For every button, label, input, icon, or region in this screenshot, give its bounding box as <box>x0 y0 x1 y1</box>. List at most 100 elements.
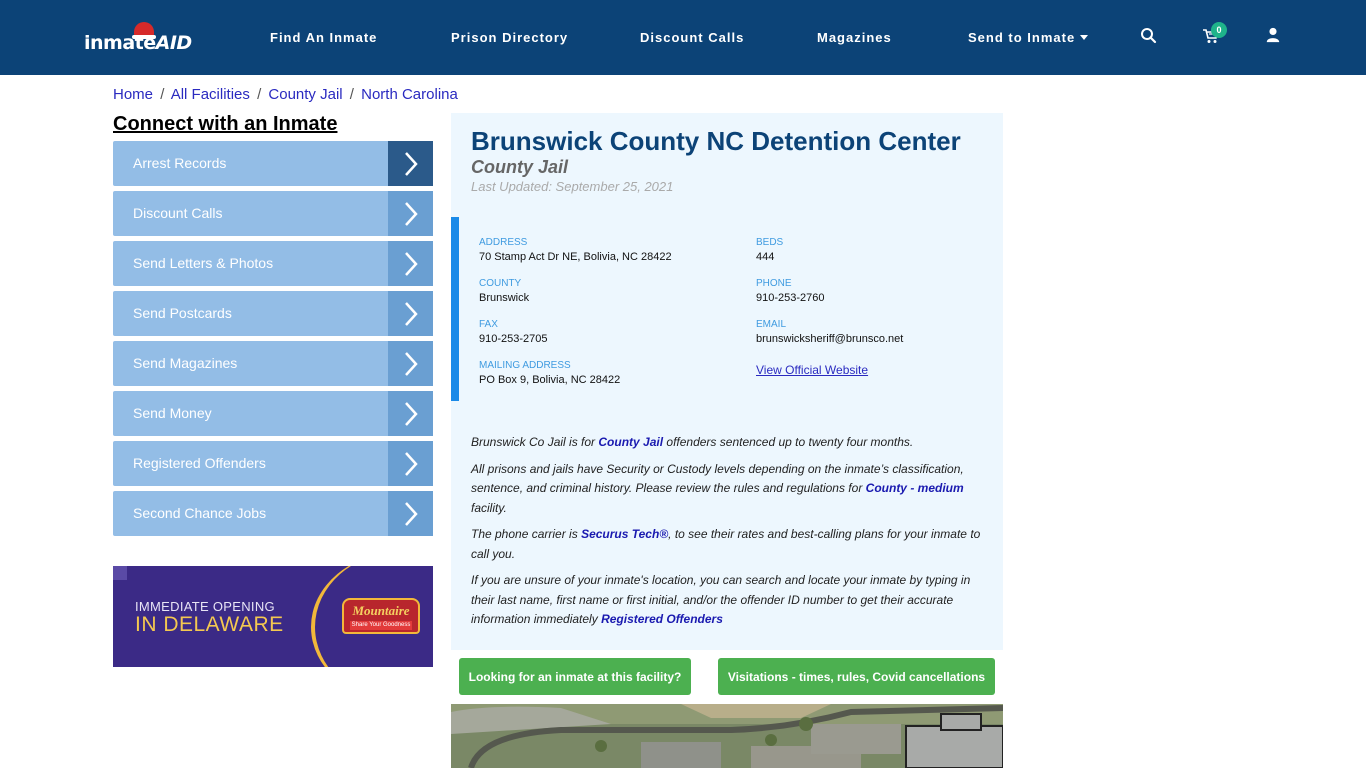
fax-field: FAX 910-253-2705 <box>479 319 548 345</box>
caret-down-icon <box>1080 35 1089 40</box>
county-jail-link[interactable]: County Jail <box>598 435 663 449</box>
chevron-right-icon <box>388 441 433 486</box>
facility-description: Brunswick Co Jail is for County Jail off… <box>471 433 986 637</box>
view-official-website-link[interactable]: View Official Website <box>756 363 868 377</box>
securus-tech-link[interactable]: Securus Tech® <box>581 527 668 541</box>
mountaire-logo: Mountaire Share Your Goodness <box>342 598 420 634</box>
search-icon[interactable] <box>1140 27 1158 45</box>
breadcrumb-all-facilities[interactable]: All Facilities <box>171 86 250 103</box>
logo-text-accent: AID <box>155 32 193 54</box>
sidebar-item-label: Send Money <box>133 405 212 421</box>
nav-label: Discount Calls <box>640 30 745 45</box>
chevron-right-icon <box>388 341 433 386</box>
field-value: brunswicksheriff@brunsco.net <box>756 333 904 345</box>
breadcrumb-north-carolina[interactable]: North Carolina <box>361 86 458 103</box>
phone-field: PHONE 910-253-2760 <box>756 278 825 304</box>
nav-send-to-inmate-dropdown[interactable]: Send to Inmate <box>968 30 1089 45</box>
visitations-button[interactable]: Visitations - times, rules, Covid cancel… <box>718 658 995 695</box>
breadcrumb: Home / All Facilities / County Jail / No… <box>113 86 458 103</box>
mailing-address-field: MAILING ADDRESS PO Box 9, Bolivia, NC 28… <box>479 360 620 386</box>
field-value: PO Box 9, Bolivia, NC 28422 <box>479 374 621 386</box>
chevron-right-icon <box>388 291 433 336</box>
top-navbar: inmateAID Find An Inmate Prison Director… <box>0 0 1366 75</box>
field-label: MAILING ADDRESS <box>479 360 571 371</box>
aerial-image <box>451 704 1003 768</box>
description-paragraph: If you are unsure of your inmate's locat… <box>471 571 986 630</box>
description-paragraph: Brunswick Co Jail is for County Jail off… <box>471 433 986 453</box>
sidebar-item-send-money[interactable]: Send Money <box>113 391 433 436</box>
field-label: FAX <box>479 319 498 330</box>
field-label: EMAIL <box>756 319 787 330</box>
chevron-right-icon <box>388 391 433 436</box>
nav-label: Prison Directory <box>451 30 569 45</box>
ad-headline: IMMEDIATE OPENING <box>135 599 275 614</box>
sidebar-item-label: Second Chance Jobs <box>133 505 267 521</box>
chevron-right-icon <box>388 141 433 186</box>
chevron-right-icon <box>388 491 433 536</box>
ad-subheadline: IN DELAWARE <box>135 613 284 636</box>
cart-count-badge: 0 <box>1211 22 1227 38</box>
ad-tagline: Share Your Goodness <box>350 621 412 630</box>
facility-panel: Brunswick County NC Detention Center Cou… <box>451 113 1003 650</box>
text: offenders sentenced up to twenty four mo… <box>663 435 914 449</box>
find-inmate-at-facility-button[interactable]: Looking for an inmate at this facility? <box>459 658 691 695</box>
field-label: ADDRESS <box>479 237 528 248</box>
nav-discount-calls[interactable]: Discount Calls <box>640 30 744 45</box>
sidebar-item-send-magazines[interactable]: Send Magazines <box>113 341 433 386</box>
text: facility. <box>471 500 507 515</box>
field-label: PHONE <box>756 278 792 289</box>
sidebar-item-registered-offenders[interactable]: Registered Offenders <box>113 441 433 486</box>
field-value: 70 Stamp Act Dr NE, Bolivia, NC 28422 <box>479 251 672 263</box>
sidebar-item-label: Send Letters & Photos <box>133 255 274 271</box>
nav-find-an-inmate[interactable]: Find An Inmate <box>270 30 377 45</box>
ad-decoration <box>113 566 127 580</box>
sidebar-item-label: Registered Offenders <box>133 455 266 471</box>
facility-name: Brunswick County NC Detention Center <box>471 126 961 156</box>
beds-field: BEDS 444 <box>756 237 783 263</box>
registered-offenders-link[interactable]: Registered Offenders <box>601 612 723 626</box>
user-icon[interactable] <box>1265 27 1283 45</box>
field-label: BEDS <box>756 237 784 248</box>
field-value: 444 <box>756 251 775 263</box>
nav-label: Find An Inmate <box>270 30 378 45</box>
nav-prison-directory[interactable]: Prison Directory <box>451 30 568 45</box>
sidebar-item-send-letters-photos[interactable]: Send Letters & Photos <box>113 241 433 286</box>
inmateaid-logo[interactable]: inmateAID <box>84 22 192 58</box>
breadcrumb-county-jail[interactable]: County Jail <box>268 86 342 103</box>
sidebar-item-label: Discount Calls <box>133 205 223 221</box>
address-field: ADDRESS 70 Stamp Act Dr NE, Bolivia, NC … <box>479 237 672 263</box>
logo-text: inmate <box>84 32 156 54</box>
field-value: 910-253-2705 <box>479 333 548 345</box>
text: Brunswick Co Jail is for <box>471 435 599 449</box>
info-accent-bar <box>451 217 459 401</box>
field-value: Brunswick <box>479 292 530 304</box>
county-medium-link[interactable]: County - medium <box>866 481 964 495</box>
sidebar-item-label: Send Magazines <box>133 355 238 371</box>
sidebar-item-label: Arrest Records <box>133 155 227 171</box>
last-updated: Last Updated: September 25, 2021 <box>471 179 674 194</box>
description-paragraph: The phone carrier is Securus Tech®, to s… <box>471 525 986 564</box>
breadcrumb-separator: / <box>160 86 165 103</box>
facility-aerial-map[interactable] <box>451 704 1003 768</box>
email-field: EMAIL brunswicksheriff@brunsco.net <box>756 319 903 345</box>
nav-magazines[interactable]: Magazines <box>817 30 892 45</box>
chevron-right-icon <box>388 191 433 236</box>
breadcrumb-separator: / <box>349 86 354 103</box>
county-field: COUNTY Brunswick <box>479 278 529 304</box>
text: The phone carrier is <box>471 527 582 541</box>
sidebar-item-send-postcards[interactable]: Send Postcards <box>113 291 433 336</box>
nav-label: Send to Inmate <box>968 30 1076 45</box>
field-label: COUNTY <box>479 278 522 289</box>
chevron-right-icon <box>388 241 433 286</box>
field-value: 910-253-2760 <box>756 292 825 304</box>
facility-type: County Jail <box>471 157 569 177</box>
sidebar-title: Connect with an Inmate <box>113 113 338 135</box>
advertisement-banner[interactable]: IMMEDIATE OPENING IN DELAWARE Mountaire … <box>113 566 433 667</box>
sidebar-item-arrest-records[interactable]: Arrest Records <box>113 141 433 186</box>
nav-label: Magazines <box>817 30 892 45</box>
breadcrumb-home[interactable]: Home <box>113 86 153 103</box>
sidebar-item-second-chance-jobs[interactable]: Second Chance Jobs <box>113 491 433 536</box>
sidebar-item-discount-calls[interactable]: Discount Calls <box>113 191 433 236</box>
sidebar-item-label: Send Postcards <box>133 305 232 321</box>
ad-brand: Mountaire <box>352 603 410 618</box>
